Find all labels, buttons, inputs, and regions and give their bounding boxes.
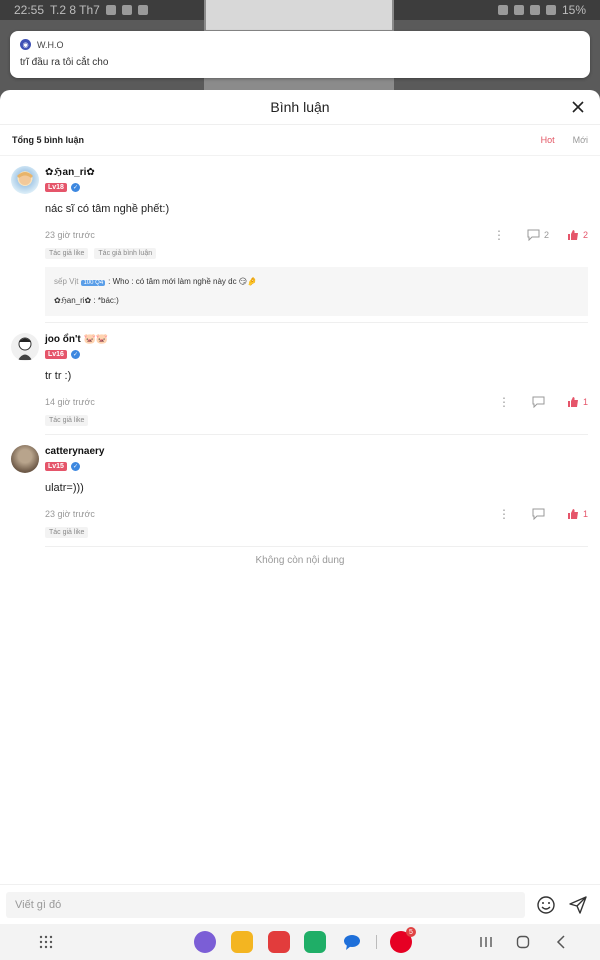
username[interactable]: ✿ℌan_ri✿ <box>45 166 588 180</box>
comment-count: Tổng 5 bình luận <box>12 135 84 145</box>
reply-button[interactable]: 2 <box>527 229 549 241</box>
comment-summary: Tổng 5 bình luận Hot Mới <box>0 125 600 156</box>
home-icon[interactable] <box>515 934 531 950</box>
dock-divider <box>376 935 377 949</box>
reply-author: sếp Vịt <box>54 277 79 286</box>
comment-input[interactable] <box>6 891 525 918</box>
author-reply-tag: Tác giả bình luận <box>94 248 157 259</box>
reply-preview[interactable]: sếp Vịt 100 Q4: Who : có tâm mới làm nghề… <box>45 267 588 316</box>
thumbs-up-icon <box>567 397 578 407</box>
comment-time: 14 giờ trước <box>45 397 95 407</box>
app-drawer-icon[interactable] <box>38 934 54 950</box>
comment-input-bar <box>0 884 600 924</box>
reply-button[interactable] <box>532 396 549 408</box>
no-more-content: Không còn nội dung <box>255 555 345 566</box>
pinterest-app-icon[interactable]: 5 <box>390 927 416 953</box>
verified-icon: ✓ <box>70 183 80 192</box>
reply-item: sếp Vịt 100 Q4: Who : có tâm mới làm nghề… <box>54 273 579 292</box>
notification-card[interactable]: ◉ W.H.O trĩ đầu ra tôi cắt cho <box>10 31 590 78</box>
flipboard-app-icon[interactable] <box>268 931 290 953</box>
notification-app-name: W.H.O <box>37 39 64 50</box>
reply-item: ✿ℌan_ri✿ : *bác:) <box>54 292 579 310</box>
status-time: 22:55 <box>14 3 45 17</box>
send-icon[interactable] <box>568 895 588 915</box>
comment-icon <box>532 396 545 408</box>
thumbs-up-icon <box>567 509 578 519</box>
comment-item: catterynaery Lv15 ✓ ulatr=))) 23 giờ trư… <box>0 445 600 538</box>
level-badge: Lv15 <box>45 462 67 471</box>
signal-icon <box>545 5 556 15</box>
avatar[interactable] <box>11 166 39 194</box>
wifi-icon <box>529 5 540 15</box>
comment-sheet: Bình luận Tổng 5 bình luận Hot Mới ✿ℌan_… <box>0 90 600 960</box>
thumbs-up-icon <box>567 230 578 240</box>
level-badge: Lv18 <box>45 183 67 192</box>
back-icon[interactable] <box>553 934 569 950</box>
phone-app-icon[interactable] <box>304 931 326 953</box>
comment-item: joo ổn't 🐷🐷 Lv16 ✓ tr tr :) 14 giờ trước… <box>0 333 600 426</box>
like-button[interactable]: 1 <box>567 508 588 520</box>
alarm-icon <box>497 5 508 15</box>
sort-tabs: Hot Mới <box>541 135 588 145</box>
reply-text: : *bác:) <box>93 296 119 305</box>
comment-time: 23 giờ trước <box>45 230 95 240</box>
mute-icon <box>513 5 524 15</box>
messages-app-icon[interactable] <box>341 931 363 953</box>
divider <box>45 434 588 435</box>
username[interactable]: catterynaery <box>45 445 588 459</box>
notification-message: trĩ đầu ra tôi cắt cho <box>20 57 109 68</box>
recent-apps-icon[interactable] <box>478 934 494 950</box>
like-count: 2 <box>582 230 588 240</box>
divider <box>45 322 588 323</box>
more-options-icon[interactable]: ⋮ <box>489 229 509 241</box>
browser-app-icon[interactable] <box>194 931 216 953</box>
comment-icon <box>532 508 545 520</box>
comment-text: ulatr=))) <box>45 482 84 494</box>
battery-level: 15% <box>561 3 586 17</box>
reply-badge: 100 Q4 <box>81 280 106 286</box>
sheet-header: Bình luận <box>0 90 600 125</box>
author-like-tag: Tác giả like <box>45 248 89 259</box>
close-icon[interactable] <box>570 99 586 115</box>
verified-icon: ✓ <box>70 350 80 359</box>
comment-item: ✿ℌan_ri✿ Lv18 ✓ nác sĩ có tâm nghề phết:… <box>0 166 600 316</box>
username[interactable]: joo ổn't 🐷🐷 <box>45 333 588 347</box>
tab-hot[interactable]: Hot <box>541 135 555 145</box>
like-button[interactable]: 2 <box>567 229 588 241</box>
system-nav-bar: 5 <box>0 924 600 960</box>
avatar[interactable] <box>11 445 39 473</box>
reply-author: ✿ℌan_ri✿ <box>54 296 92 305</box>
comment-text: nác sĩ có tâm nghề phết:) <box>45 203 170 215</box>
emoji-icon[interactable] <box>536 895 556 915</box>
reply-button[interactable] <box>532 508 549 520</box>
more-options-icon[interactable]: ⋮ <box>494 396 514 408</box>
like-button[interactable]: 1 <box>567 396 588 408</box>
like-count: 1 <box>582 509 588 519</box>
sheet-title: Bình luận <box>270 99 330 115</box>
author-like-tag: Tác giả like <box>45 415 89 426</box>
avatar[interactable] <box>11 333 39 361</box>
gallery-icon <box>105 5 116 15</box>
app-icon: ◉ <box>20 39 31 50</box>
divider <box>45 546 588 547</box>
comment-text: tr tr :) <box>45 370 72 382</box>
verified-icon: ✓ <box>70 462 80 471</box>
tab-new[interactable]: Mới <box>573 135 588 145</box>
like-count: 1 <box>582 397 588 407</box>
battery-saver-icon <box>121 5 132 15</box>
level-badge: Lv16 <box>45 350 67 359</box>
comment-time: 23 giờ trước <box>45 509 95 519</box>
files-app-icon[interactable] <box>231 931 253 953</box>
cloud-icon <box>137 5 148 15</box>
reply-count: 2 <box>543 230 549 240</box>
more-options-icon[interactable]: ⋮ <box>494 508 514 520</box>
author-like-tag: Tác giả like <box>45 527 89 538</box>
reply-text: : Who : có tâm mới làm nghề này dc 😏🤌 <box>108 277 258 286</box>
notification-badge: 5 <box>406 927 416 937</box>
status-date: T.2 8 Th7 <box>50 3 100 17</box>
comment-icon <box>527 229 540 241</box>
